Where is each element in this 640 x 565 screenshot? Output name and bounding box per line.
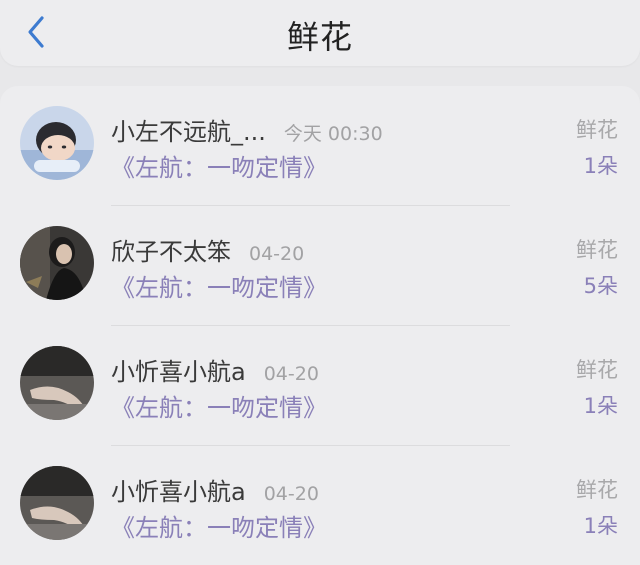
send-time: 04-20 — [263, 363, 319, 385]
work-title-link[interactable]: 《左航：一吻定情》 — [111, 268, 327, 303]
send-time: 04-20 — [249, 243, 305, 265]
sender-name[interactable]: 小左不远航_... — [111, 112, 266, 147]
work-title-link[interactable]: 《左航：一吻定情》 — [111, 148, 327, 183]
avatar[interactable] — [20, 466, 94, 540]
gift-count: 1朵 — [583, 154, 618, 178]
screen: 鲜花 小左不远航_... 今天 00:30 《左航：一吻定情》 鲜花 1朵 欣子… — [0, 0, 640, 565]
avatar[interactable] — [20, 106, 94, 180]
dark-hand-photo — [20, 466, 94, 540]
gift-type: 鲜花 — [576, 238, 618, 262]
send-time: 04-20 — [263, 483, 319, 505]
dark-hand-photo — [20, 346, 94, 420]
girl-dark-photo — [20, 226, 94, 300]
list-item[interactable]: 小左不远航_... 今天 00:30 《左航：一吻定情》 鲜花 1朵 — [0, 86, 640, 206]
gift-type: 鲜花 — [576, 118, 618, 142]
sender-name[interactable]: 小忻喜小航a — [111, 472, 246, 507]
sender-name[interactable]: 小忻喜小航a — [111, 352, 246, 387]
send-time: 今天 00:30 — [283, 123, 383, 145]
work-title-link[interactable]: 《左航：一吻定情》 — [111, 388, 327, 423]
gift-type: 鲜花 — [576, 478, 618, 502]
page-title: 鲜花 — [286, 18, 353, 56]
work-title-link[interactable]: 《左航：一吻定情》 — [111, 508, 327, 543]
gift-count: 1朵 — [583, 394, 618, 418]
list-item[interactable]: 小忻喜小航a 04-20 《左航：一吻定情》 鲜花 1朵 — [0, 446, 640, 565]
avatar[interactable] — [20, 226, 94, 300]
top-nav-bar: 鲜花 — [0, 0, 640, 66]
list-item[interactable]: 小忻喜小航a 04-20 《左航：一吻定情》 鲜花 1朵 — [0, 326, 640, 446]
boy-lying-photo — [20, 106, 94, 180]
list-item[interactable]: 欣子不太笨 04-20 《左航：一吻定情》 鲜花 5朵 — [0, 206, 640, 326]
gift-type: 鲜花 — [576, 358, 618, 382]
gift-count: 1朵 — [583, 514, 618, 538]
avatar[interactable] — [20, 346, 94, 420]
sender-name[interactable]: 欣子不太笨 — [111, 232, 231, 267]
gift-record-list: 小左不远航_... 今天 00:30 《左航：一吻定情》 鲜花 1朵 欣子不太笨… — [0, 86, 640, 565]
gift-count: 5朵 — [583, 274, 618, 298]
